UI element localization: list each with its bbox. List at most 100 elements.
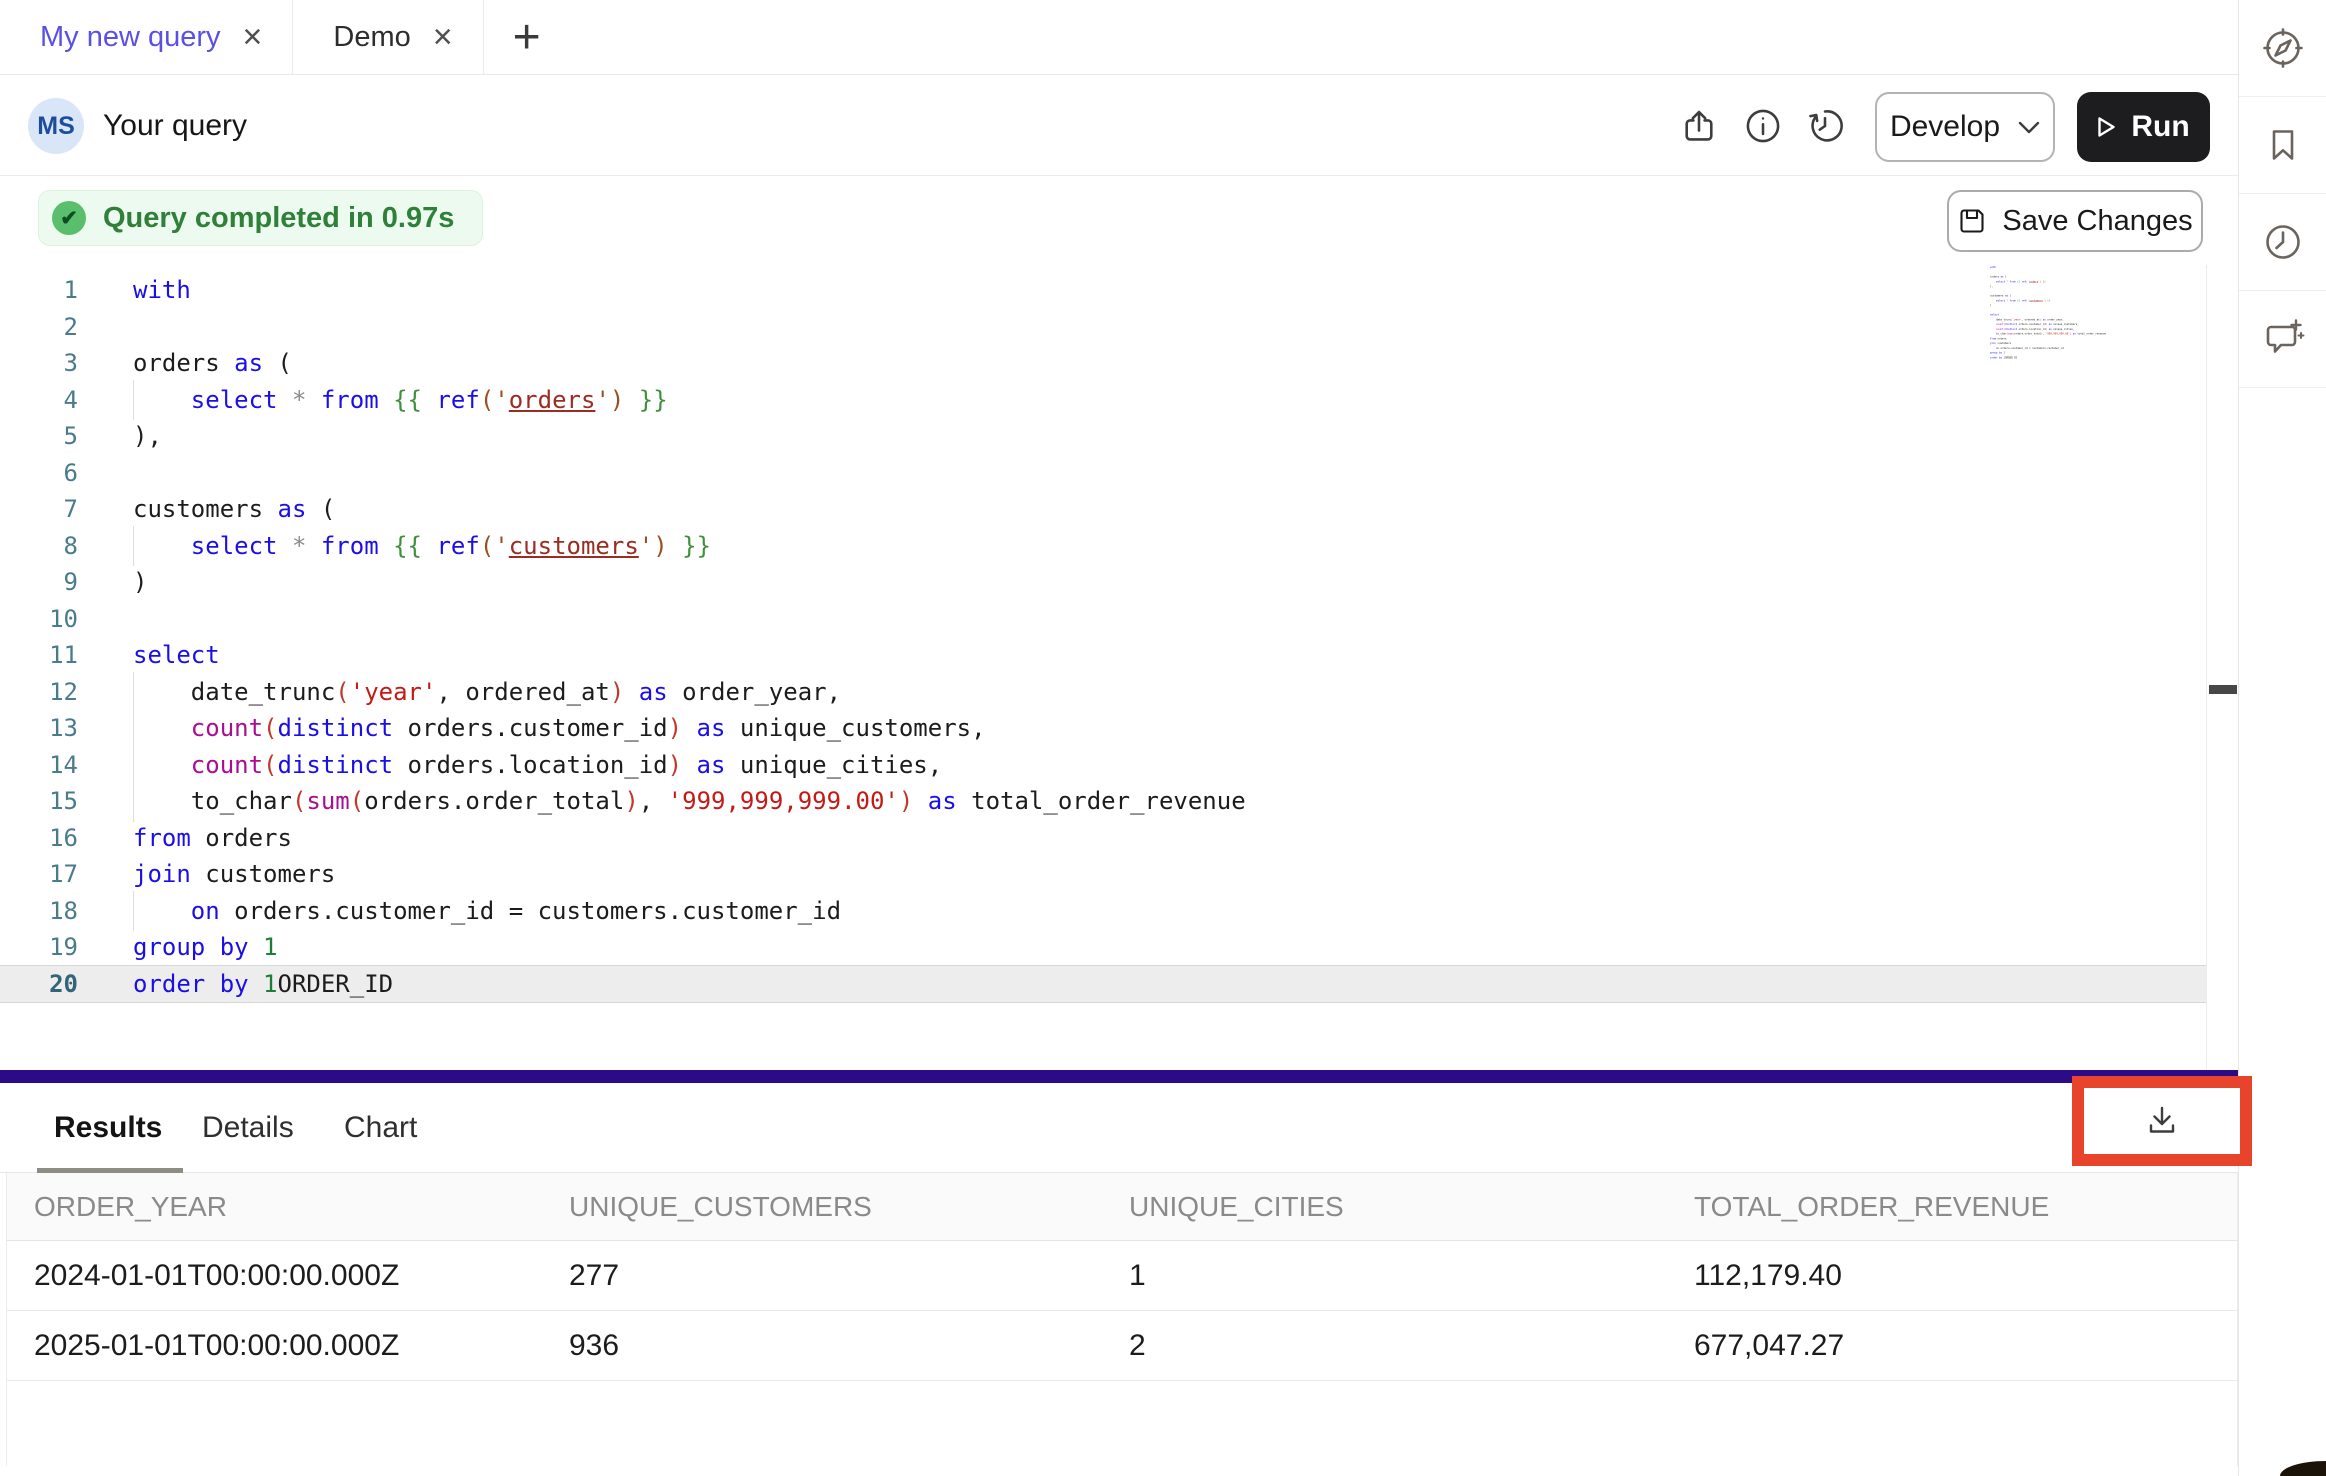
code-text: join customers [133, 856, 335, 893]
download-button-annotation [2072, 1076, 2252, 1166]
bookmark-icon [2260, 122, 2306, 168]
sidebar-item-feedback[interactable] [2239, 291, 2326, 388]
tab-details[interactable]: Details [202, 1083, 294, 1172]
line-number: 16 [0, 820, 78, 857]
code-text: on orders.customer_id = customers.custom… [133, 893, 841, 930]
line-number: 15 [0, 783, 78, 820]
line-number: 19 [0, 929, 78, 966]
save-changes-label: Save Changes [2002, 205, 2192, 238]
table-cell: 1 [1129, 1259, 1694, 1293]
code-line[interactable]: 16from orders [0, 820, 2206, 857]
code-text: customers as ( [133, 491, 335, 528]
minimap-code: with orders as ( select * from {{ ref('o… [1990, 265, 2110, 360]
code-line[interactable]: 9) [0, 564, 2206, 601]
history-icon[interactable] [1806, 107, 1844, 145]
table-cell: 2 [1129, 1329, 1694, 1363]
play-icon [2097, 116, 2116, 138]
sql-editor[interactable]: ✔ Query completed in 0.97s Save Changes … [0, 177, 2238, 1070]
column-header: ORDER_YEAR [7, 1191, 569, 1223]
table-row: 2025-01-01T00:00:00.000Z9362677,047.27 [7, 1311, 2237, 1381]
line-number: 11 [0, 637, 78, 674]
code-text: ), [133, 418, 162, 455]
line-number: 14 [0, 747, 78, 784]
close-icon[interactable]: × [243, 20, 263, 54]
code-text [133, 455, 147, 492]
code-line[interactable]: 1with [0, 272, 2206, 309]
code-text: select [133, 637, 220, 674]
code-line[interactable]: 18 on orders.customer_id = customers.cus… [0, 893, 2206, 930]
code-text: order by 1ORDER_ID [133, 966, 393, 1003]
download-button[interactable] [2142, 1101, 2182, 1141]
table-row: 2024-01-01T00:00:00.000Z2771112,179.40 [7, 1241, 2237, 1311]
run-label: Run [2131, 110, 2189, 144]
panel-resize-divider[interactable] [0, 1070, 2238, 1083]
code-text: ) [133, 564, 147, 601]
download-icon [2142, 1101, 2182, 1141]
run-button[interactable]: Run [2077, 92, 2210, 162]
code-line[interactable]: 7 customers as ( [0, 491, 2206, 528]
chevron-down-icon [2018, 121, 2040, 134]
results-tab-bar: Results Details Chart [0, 1083, 2238, 1173]
code-line[interactable]: 13 count(distinct orders.customer_id) as… [0, 710, 2206, 747]
line-number: 17 [0, 856, 78, 893]
code-line[interactable]: 4 select * from {{ ref('orders') }} [0, 382, 2206, 419]
code-line[interactable]: 3orders as ( [0, 345, 2206, 382]
editor-scrollbar[interactable] [2206, 265, 2238, 1070]
code-line[interactable]: 6 [0, 455, 2206, 492]
sidebar-item-bookmarks[interactable] [2239, 97, 2326, 194]
save-changes-button[interactable]: Save Changes [1947, 190, 2203, 252]
tab-label: Demo [333, 21, 410, 54]
code-text [133, 601, 147, 638]
sidebar-item-explore[interactable] [2239, 0, 2326, 97]
results-panel: Results Details Chart ORDER_YEARUNIQUE_CUS… [0, 1083, 2238, 1476]
feedback-sparkle-icon [2260, 316, 2306, 362]
avatar: MS [28, 98, 84, 154]
code-line[interactable]: 8 select * from {{ ref('customers') }} [0, 528, 2206, 565]
tab-chart[interactable]: Chart [344, 1083, 417, 1172]
code-line[interactable]: 17 join customers [0, 856, 2206, 893]
status-badge-text: Query completed in 0.97s [103, 202, 454, 235]
info-icon[interactable] [1744, 107, 1782, 145]
save-icon [1957, 206, 1987, 236]
page-title: Your query [103, 109, 247, 143]
share-icon[interactable] [1680, 107, 1718, 145]
code-text: group by 1 [133, 929, 278, 966]
line-number: 9 [0, 564, 78, 601]
code-line[interactable]: 19 group by 1 [0, 929, 2206, 966]
main-content: My new query × Demo × + MS Your query [0, 0, 2238, 1476]
code-text: select * from {{ ref('customers') }} [133, 528, 711, 565]
code-line[interactable]: 11 select [0, 637, 2206, 674]
line-number: 13 [0, 710, 78, 747]
code-text: count(distinct orders.customer_id) as un… [133, 710, 986, 747]
code-line[interactable]: 14 count(distinct orders.location_id) as… [0, 747, 2206, 784]
code-text: orders as ( [133, 345, 292, 382]
code-line[interactable]: 2 [0, 309, 2206, 346]
develop-dropdown[interactable]: Develop [1875, 92, 2055, 162]
right-icon-sidebar [2238, 0, 2326, 1476]
close-icon[interactable]: × [433, 20, 453, 54]
results-table: ORDER_YEARUNIQUE_CUSTOMERSUNIQUE_CITIEST… [6, 1173, 2238, 1466]
sidebar-item-recent[interactable] [2239, 194, 2326, 291]
minimap[interactable]: with orders as ( select * from {{ ref('o… [1990, 265, 2110, 369]
line-number: 7 [0, 491, 78, 528]
new-tab-button[interactable]: + [484, 0, 570, 74]
code-text [133, 309, 147, 346]
tab-label: My new query [40, 21, 221, 54]
code-line[interactable]: 12 date_trunc('year', ordered_at) as ord… [0, 674, 2206, 711]
check-circle-icon: ✔ [52, 201, 86, 235]
code-text: count(distinct orders.location_id) as un… [133, 747, 942, 784]
code-line[interactable]: 20order by 1ORDER_ID [0, 966, 2206, 1003]
plus-icon: + [513, 10, 541, 65]
line-number: 8 [0, 528, 78, 565]
tab-my-new-query[interactable]: My new query × [0, 0, 293, 74]
scrollbar-handle[interactable] [2209, 685, 2237, 694]
tab-demo[interactable]: Demo × [293, 0, 483, 74]
column-header: UNIQUE_CITIES [1129, 1191, 1694, 1223]
code-text: to_char(sum(orders.order_total), '999,99… [133, 783, 1246, 820]
code-line[interactable]: 10 [0, 601, 2206, 638]
line-number: 2 [0, 309, 78, 346]
code-line[interactable]: 15 to_char(sum(orders.order_total), '999… [0, 783, 2206, 820]
code-block[interactable]: 1with2 3orders as (4 select * from {{ re… [0, 272, 2206, 1002]
code-line[interactable]: 5), [0, 418, 2206, 455]
tab-results[interactable]: Results [54, 1083, 162, 1172]
